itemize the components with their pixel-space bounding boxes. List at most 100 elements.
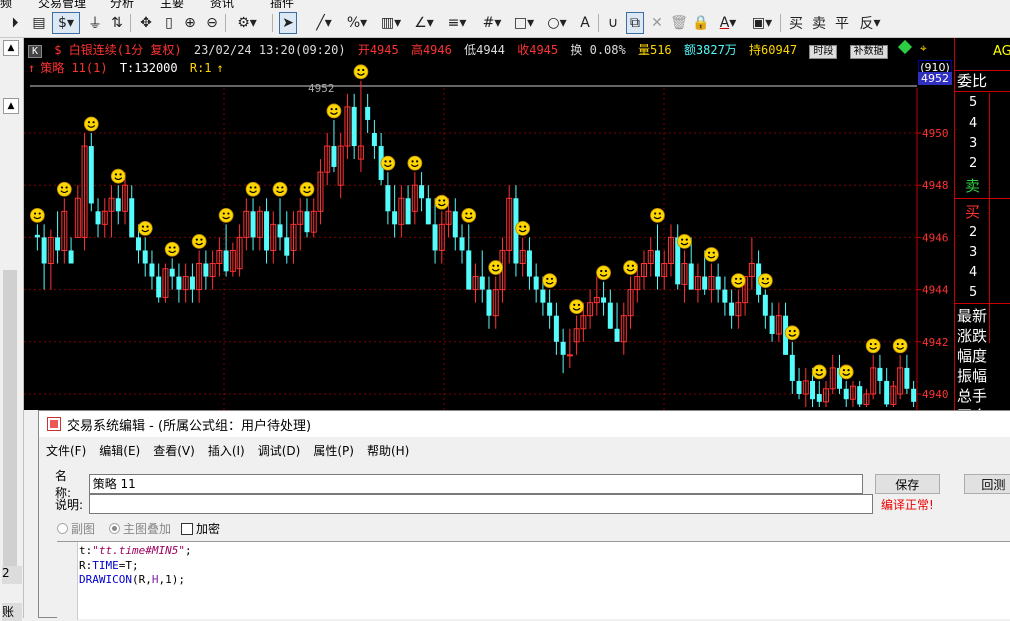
color-icon[interactable]: A ▾ bbox=[714, 12, 742, 34]
left-tab[interactable]: 2 bbox=[2, 566, 22, 584]
candle-body bbox=[277, 224, 283, 238]
save-icon[interactable]: ▣▾ bbox=[748, 12, 776, 34]
top-menu-item[interactable]: 交易管理 bbox=[38, 0, 86, 8]
top-menu-item[interactable]: 频 bbox=[0, 0, 12, 8]
candle-body bbox=[135, 237, 141, 251]
text-icon[interactable]: A bbox=[576, 12, 594, 34]
menu-insert[interactable]: 插入(I) bbox=[208, 442, 245, 459]
code-editor[interactable]: t:"tt.time#MIN5"; R:TIME=T; DRAWICON(R,H,1… bbox=[57, 541, 1010, 620]
menu-debug[interactable]: 调试(D) bbox=[258, 442, 301, 459]
candle-body bbox=[405, 198, 411, 225]
scroll-up-arrow-icon[interactable]: ▲ bbox=[3, 40, 19, 56]
candle-body bbox=[169, 268, 175, 277]
candle-body bbox=[284, 237, 290, 256]
top-menu-item[interactable]: 分析 bbox=[110, 0, 134, 8]
smiley-signal-icon bbox=[623, 260, 638, 275]
low-value: 低4944 bbox=[464, 43, 505, 57]
menu-file[interactable]: 文件(F) bbox=[46, 442, 86, 459]
sell-icon[interactable]: 卖 bbox=[810, 12, 828, 34]
candle-body bbox=[607, 302, 613, 329]
axis-tick-label: 4950 bbox=[922, 127, 949, 140]
percent-icon[interactable]: %▾ bbox=[343, 12, 371, 34]
rect-icon[interactable]: □▾ bbox=[510, 12, 538, 34]
save-button[interactable]: 保存 bbox=[874, 474, 940, 494]
menu-property[interactable]: 属性(P) bbox=[313, 442, 354, 459]
strategy-header: ↑ 策略 11(1) T:132000 R:1 ↑ bbox=[28, 59, 229, 76]
flat-icon[interactable]: 平 bbox=[833, 12, 851, 34]
period-button[interactable]: 时段 bbox=[809, 45, 838, 59]
candle-body bbox=[769, 315, 775, 334]
line-icon[interactable]: ╱▾ bbox=[310, 12, 338, 34]
copy-icon[interactable]: ⧉ bbox=[626, 12, 644, 34]
play-circle-icon[interactable]: ⏵ bbox=[6, 12, 24, 34]
lock-icon[interactable]: 🔒 bbox=[692, 12, 710, 34]
trash-icon[interactable]: 🗑 bbox=[670, 12, 688, 34]
supplement-button[interactable]: 补数据 bbox=[849, 45, 888, 59]
funnel-icon[interactable]: ⏚ bbox=[86, 12, 104, 34]
candle-body bbox=[729, 302, 735, 316]
candle-body bbox=[68, 250, 74, 264]
scrollbar-track[interactable] bbox=[3, 270, 17, 570]
code-text[interactable]: t:"tt.time#MIN5"; R:TIME=T; DRAWICON(R,H,1… bbox=[79, 544, 192, 588]
menu-view[interactable]: 查看(V) bbox=[153, 442, 195, 459]
top-menu-item[interactable]: 插件 bbox=[270, 0, 294, 8]
candle-body bbox=[614, 328, 620, 342]
angle-icon[interactable]: ∠▾ bbox=[410, 12, 438, 34]
candle-body bbox=[385, 185, 391, 212]
backtest-button[interactable]: 回测 bbox=[963, 474, 1010, 494]
candle-body bbox=[129, 198, 135, 238]
menu-help[interactable]: 帮助(H) bbox=[367, 442, 409, 459]
reverse-icon[interactable]: 反 ▾ bbox=[856, 12, 884, 34]
radio-main[interactable] bbox=[109, 523, 121, 534]
lock-icon[interactable]: ⌖ bbox=[920, 41, 927, 56]
smiley-signal-icon bbox=[353, 64, 369, 80]
close-icon[interactable]: ✕ bbox=[648, 12, 666, 34]
circle-icon[interactable]: ○▾ bbox=[543, 12, 571, 34]
price-badge: 4952 bbox=[918, 72, 952, 85]
hlines-icon[interactable]: ≡▾ bbox=[443, 12, 471, 34]
desc-field[interactable] bbox=[89, 494, 874, 514]
kline-chart[interactable]: 4950 4948 4946 4944 4942 4940 K $ 白银连续(1分 复权)… bbox=[24, 38, 954, 410]
bid-level: 3 bbox=[969, 245, 978, 260]
zoom-out-icon[interactable]: ⊖ bbox=[203, 12, 221, 34]
column-icon[interactable]: ▯ bbox=[160, 12, 178, 34]
encrypt-checkbox[interactable] bbox=[181, 522, 194, 535]
buy-icon[interactable]: 买 bbox=[787, 12, 805, 34]
dialog-title-bar: 交易系统编辑 - (所属公式组：用户待处理) bbox=[39, 411, 1010, 437]
magnet-icon[interactable]: ∪ bbox=[604, 12, 622, 34]
axis-tick-label: 4942 bbox=[922, 336, 949, 349]
candle-body bbox=[115, 198, 121, 212]
smiley-signal-icon bbox=[784, 325, 800, 341]
candle-body bbox=[250, 211, 256, 238]
radio-sub[interactable] bbox=[57, 523, 68, 534]
scroll-up-arrow-icon[interactable]: ▲ bbox=[3, 98, 19, 114]
axis-tick-label: 4944 bbox=[922, 284, 949, 297]
dialog-menu: 文件(F) 编辑(E) 查看(V) 插入(I) 调试(D) 属性(P) 帮助(H… bbox=[39, 439, 422, 461]
gear-icon[interactable]: ⚙▾ bbox=[232, 12, 262, 34]
grid-icon[interactable]: #▾ bbox=[478, 12, 506, 34]
axis-tick-label: 4940 bbox=[922, 388, 949, 401]
top-menu-item[interactable]: 主要 bbox=[160, 0, 184, 8]
switch-icon[interactable]: ⇅ bbox=[108, 12, 126, 34]
top-menu-item[interactable]: 资讯 bbox=[210, 0, 234, 8]
candle-body bbox=[877, 367, 883, 381]
notes-icon[interactable]: ▤ bbox=[30, 12, 48, 34]
candle-body bbox=[203, 263, 209, 277]
zoom-in-icon[interactable]: ⊕ bbox=[181, 12, 199, 34]
smiley-signal-icon bbox=[83, 116, 99, 132]
r-value: R:1 bbox=[189, 61, 212, 75]
left-tab[interactable]: 账 bbox=[2, 603, 22, 621]
cursor-icon[interactable]: ➤ bbox=[279, 12, 297, 34]
menu-edit[interactable]: 编辑(E) bbox=[99, 442, 140, 459]
name-field[interactable]: 策略 11 bbox=[88, 474, 863, 494]
k-badge[interactable]: K bbox=[28, 45, 43, 58]
smiley-signal-icon bbox=[838, 364, 854, 380]
ruler-icon[interactable]: ▥▾ bbox=[377, 12, 405, 34]
smiley-signal-icon bbox=[515, 220, 531, 236]
bid-level: 5 bbox=[969, 285, 978, 300]
move-icon[interactable]: ✥ bbox=[137, 12, 155, 34]
candle-body bbox=[479, 276, 485, 290]
dollar-icon[interactable]: $ ▾ bbox=[52, 12, 80, 34]
kline-canvas[interactable]: 4950 4948 4946 4944 4942 4940 bbox=[24, 38, 954, 410]
smiley-signal-icon bbox=[757, 273, 773, 289]
